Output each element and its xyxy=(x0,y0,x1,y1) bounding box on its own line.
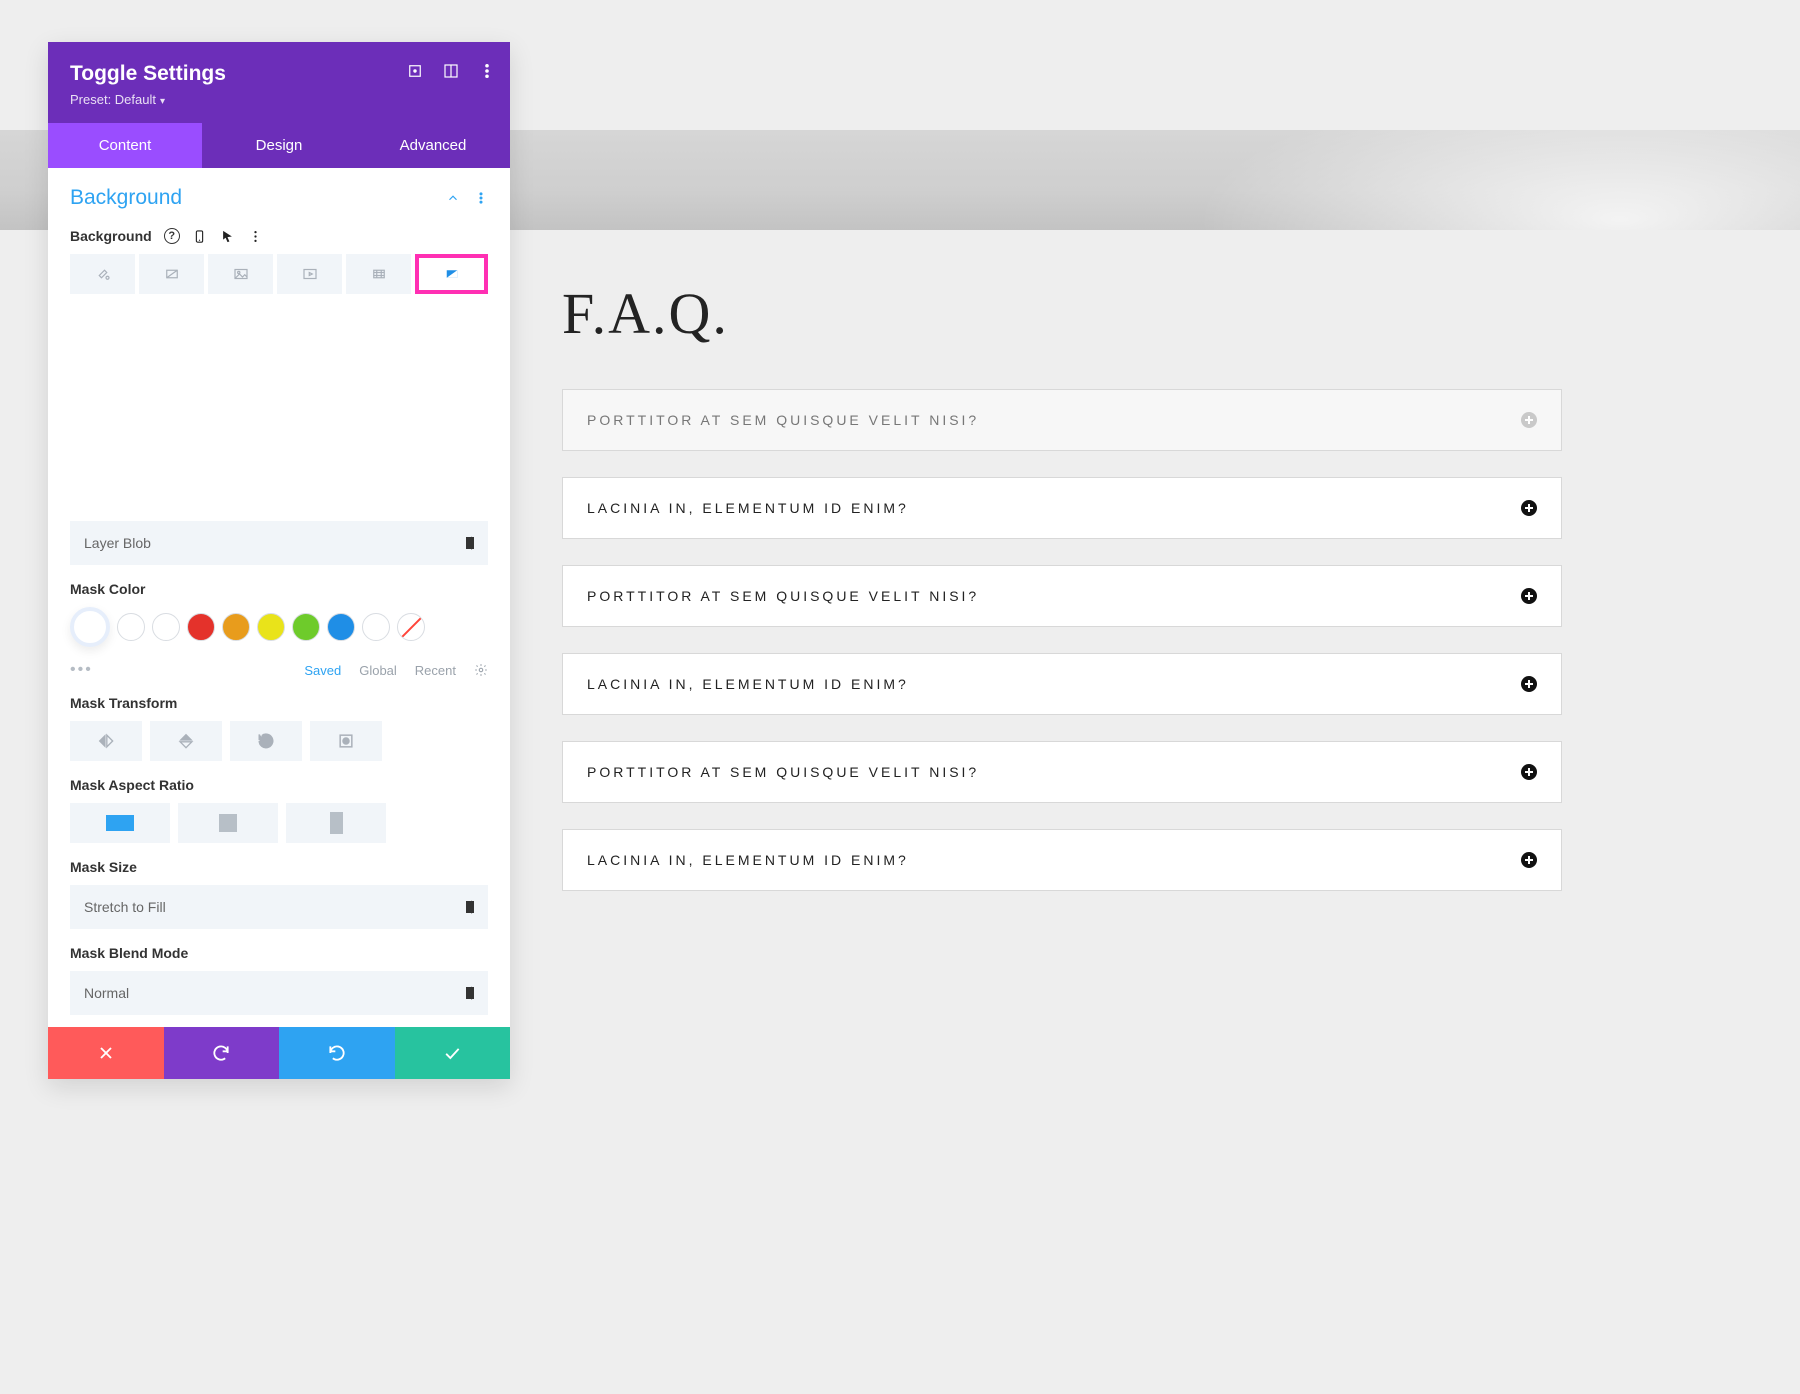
help-icon[interactable]: ? xyxy=(164,228,180,244)
plus-icon xyxy=(1521,500,1537,516)
hover-cursor-icon[interactable] xyxy=(220,228,236,244)
background-type-tabs xyxy=(70,254,488,294)
aspect-landscape-button[interactable] xyxy=(70,803,170,843)
mask-blend-label: Mask Blend Mode xyxy=(70,945,488,961)
preset-dropdown[interactable]: Preset: Default xyxy=(70,92,488,107)
palette-settings-icon[interactable] xyxy=(474,663,488,677)
responsive-phone-icon[interactable] xyxy=(192,228,208,244)
tab-design[interactable]: Design xyxy=(202,123,356,168)
panel-header-actions xyxy=(406,62,496,80)
faq-item[interactable]: PORTTITOR AT SEM QUISQUE VELIT NISI? xyxy=(562,389,1562,451)
swatch-8[interactable] xyxy=(362,613,390,641)
aspect-square-button[interactable] xyxy=(178,803,278,843)
plus-icon xyxy=(1521,764,1537,780)
mask-blend-value: Normal xyxy=(84,985,129,1001)
swatch-current[interactable] xyxy=(70,607,110,647)
rotate-button[interactable] xyxy=(230,721,302,761)
mask-blend-select[interactable]: Normal xyxy=(70,971,488,1015)
plus-icon xyxy=(1521,412,1537,428)
swatch-1[interactable] xyxy=(117,613,145,641)
faq-question: PORTTITOR AT SEM QUISQUE VELIT NISI? xyxy=(587,412,979,428)
panel-body: Background Background ? xyxy=(48,168,510,1027)
mask-size-select[interactable]: Stretch to Fill xyxy=(70,885,488,929)
more-swatches-icon[interactable]: ••• xyxy=(70,661,93,679)
faq-question: PORTTITOR AT SEM QUISQUE VELIT NISI? xyxy=(587,764,979,780)
palette-recent[interactable]: Recent xyxy=(415,663,456,678)
tab-advanced[interactable]: Advanced xyxy=(356,123,510,168)
swatch-palette-row: ••• Saved Global Recent xyxy=(70,661,488,679)
faq-question: LACINIA IN, ELEMENTUM ID ENIM? xyxy=(587,676,909,692)
cancel-button[interactable] xyxy=(48,1027,164,1079)
plus-icon xyxy=(1521,676,1537,692)
bg-image-tab[interactable] xyxy=(208,254,273,294)
collapse-icon[interactable] xyxy=(446,191,460,205)
mask-aspect-ratio-label: Mask Aspect Ratio xyxy=(70,777,488,793)
expand-icon[interactable] xyxy=(406,62,424,80)
bg-video-tab[interactable] xyxy=(277,254,342,294)
save-button[interactable] xyxy=(395,1027,511,1079)
section-title[interactable]: Background xyxy=(70,186,182,210)
palette-global[interactable]: Global xyxy=(359,663,397,678)
background-section-header: Background xyxy=(70,186,488,210)
plus-icon xyxy=(1521,588,1537,604)
flip-vertical-button[interactable] xyxy=(150,721,222,761)
aspect-portrait-button[interactable] xyxy=(286,803,386,843)
panel-header: Toggle Settings Preset: Default xyxy=(48,42,510,123)
panel-footer xyxy=(48,1027,510,1079)
settings-tabs: Content Design Advanced xyxy=(48,123,510,168)
flip-horizontal-button[interactable] xyxy=(70,721,142,761)
option-kebab-icon[interactable] xyxy=(248,228,264,244)
bg-color-tab[interactable] xyxy=(70,254,135,294)
swatch-green[interactable] xyxy=(292,613,320,641)
swatch-2[interactable] xyxy=(152,613,180,641)
invert-button[interactable] xyxy=(310,721,382,761)
redo-button[interactable] xyxy=(279,1027,395,1079)
faq-item[interactable]: LACINIA IN, ELEMENTUM ID ENIM? xyxy=(562,829,1562,891)
faq-question: PORTTITOR AT SEM QUISQUE VELIT NISI? xyxy=(587,588,979,604)
snap-column-icon[interactable] xyxy=(442,62,460,80)
bg-mask-tab[interactable] xyxy=(415,254,488,294)
faq-section: F.A.Q. PORTTITOR AT SEM QUISQUE VELIT NI… xyxy=(562,280,1562,917)
mask-shape-select[interactable]: Layer Blob xyxy=(70,521,488,565)
mask-color-label: Mask Color xyxy=(70,581,488,597)
palette-saved[interactable]: Saved xyxy=(304,663,341,678)
mask-size-value: Stretch to Fill xyxy=(84,899,166,915)
toggle-settings-panel: Toggle Settings Preset: Default Content … xyxy=(48,42,510,1079)
page-left-edge xyxy=(0,366,20,1116)
faq-item[interactable]: PORTTITOR AT SEM QUISQUE VELIT NISI? xyxy=(562,741,1562,803)
undo-button[interactable] xyxy=(164,1027,280,1079)
faq-item[interactable]: LACINIA IN, ELEMENTUM ID ENIM? xyxy=(562,653,1562,715)
mask-shape-value: Layer Blob xyxy=(84,535,151,551)
faq-heading: F.A.Q. xyxy=(562,280,1562,347)
section-kebab-icon[interactable] xyxy=(474,191,488,205)
background-label: Background xyxy=(70,228,152,244)
swatch-yellow[interactable] xyxy=(257,613,285,641)
faq-item[interactable]: PORTTITOR AT SEM QUISQUE VELIT NISI? xyxy=(562,565,1562,627)
swatch-blue[interactable] xyxy=(327,613,355,641)
bg-gradient-tab[interactable] xyxy=(139,254,204,294)
mask-size-label: Mask Size xyxy=(70,859,488,875)
kebab-menu-icon[interactable] xyxy=(478,62,496,80)
plus-icon xyxy=(1521,852,1537,868)
swatch-none[interactable] xyxy=(397,613,425,641)
background-label-row: Background ? xyxy=(70,228,488,244)
mask-aspect-ratio-row xyxy=(70,803,488,843)
swatch-red[interactable] xyxy=(187,613,215,641)
mask-transform-label: Mask Transform xyxy=(70,695,488,711)
mask-preview xyxy=(70,308,488,513)
faq-question: LACINIA IN, ELEMENTUM ID ENIM? xyxy=(587,852,909,868)
faq-item[interactable]: LACINIA IN, ELEMENTUM ID ENIM? xyxy=(562,477,1562,539)
mask-color-swatches xyxy=(70,607,488,647)
tab-content[interactable]: Content xyxy=(48,123,202,168)
swatch-orange[interactable] xyxy=(222,613,250,641)
faq-question: LACINIA IN, ELEMENTUM ID ENIM? xyxy=(587,500,909,516)
mask-transform-row xyxy=(70,721,488,761)
bg-pattern-tab[interactable] xyxy=(346,254,411,294)
